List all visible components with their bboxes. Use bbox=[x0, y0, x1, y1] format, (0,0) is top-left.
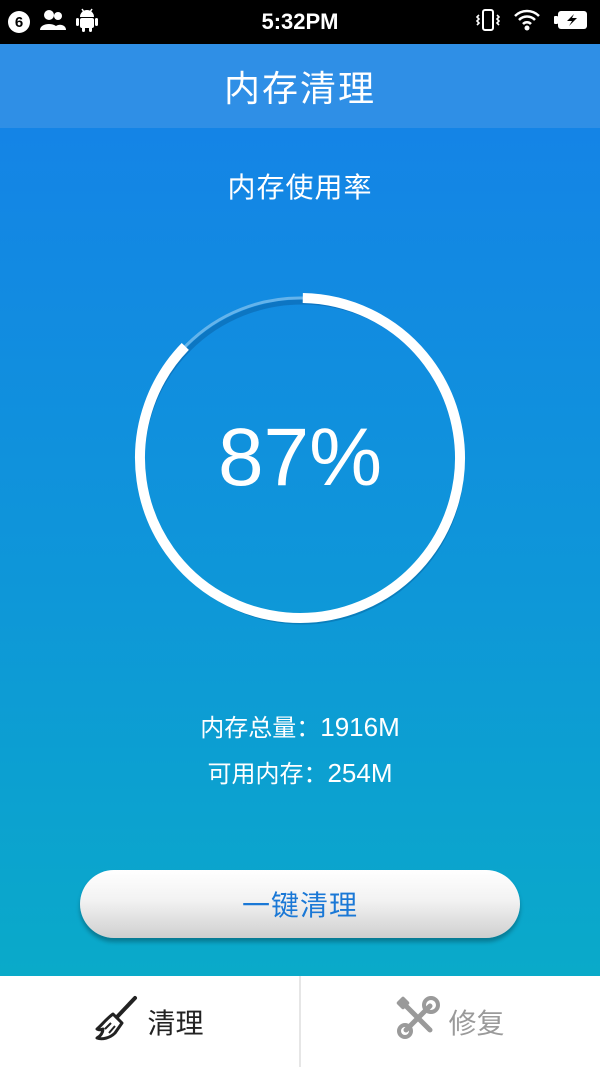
tab-repair-label: 修复 bbox=[448, 1006, 505, 1040]
memory-panel: 内存使用率 87% 内存总量：1916M 可用内存：254M 一键清理 bbox=[0, 128, 600, 976]
tab-repair[interactable]: 修复 bbox=[301, 976, 600, 1067]
page-title: 内存清理 bbox=[223, 69, 376, 110]
total-memory-row: 内存总量：1916M bbox=[0, 704, 600, 750]
available-memory-label: 可用内存： bbox=[207, 760, 328, 788]
total-memory-value: 1916M bbox=[320, 712, 400, 742]
available-memory-row: 可用内存：254M bbox=[0, 750, 600, 796]
app-root: 6 5:32PM 内存清理 内存使用率 87% 内存总量：1916M 可用内存：… bbox=[0, 0, 600, 1067]
one-click-clean-button[interactable]: 一键清理 bbox=[80, 870, 520, 938]
status-bar: 6 5:32PM bbox=[0, 0, 600, 44]
tools-icon bbox=[396, 996, 441, 1047]
total-memory-label: 内存总量： bbox=[200, 714, 321, 742]
bottom-tab-bar: 清理 修复 bbox=[0, 976, 600, 1067]
header-bar: 内存清理 bbox=[0, 44, 600, 128]
tab-clean-label: 清理 bbox=[147, 1006, 204, 1040]
broom-icon bbox=[95, 995, 139, 1048]
memory-usage-label: 内存使用率 bbox=[227, 171, 373, 204]
available-memory-value: 254M bbox=[327, 758, 393, 788]
memory-info: 内存总量：1916M 可用内存：254M bbox=[0, 704, 600, 796]
tab-clean[interactable]: 清理 bbox=[0, 976, 299, 1067]
memory-usage-percent: 87% bbox=[217, 412, 383, 503]
battery-charging-icon bbox=[554, 10, 588, 34]
memory-usage-gauge: 87% bbox=[130, 288, 470, 628]
status-right bbox=[475, 8, 588, 36]
vibrate-icon bbox=[475, 8, 501, 36]
wifi-icon bbox=[514, 9, 540, 35]
